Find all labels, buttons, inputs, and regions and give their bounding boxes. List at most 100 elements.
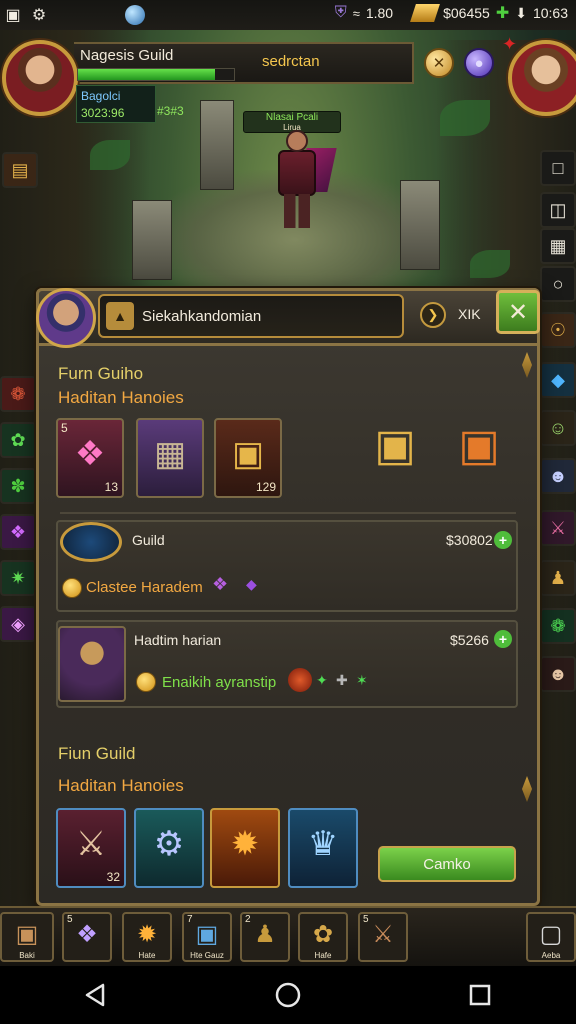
item-slot[interactable]: ▦ <box>136 418 204 498</box>
recents-button[interactable] <box>450 973 510 1017</box>
row1-add-button[interactable]: + <box>494 531 512 549</box>
home-button[interactable] <box>258 973 318 1017</box>
guild-progress-bar <box>77 68 235 81</box>
go-button[interactable]: ❯ <box>420 302 446 328</box>
hero-name: Nlasai Pcali <box>265 112 319 123</box>
back-button[interactable] <box>66 973 126 1017</box>
portrait-icon[interactable]: ☻ <box>540 458 576 494</box>
confirm-button[interactable]: Camko <box>378 846 516 882</box>
emblem-icon[interactable]: ☉ <box>540 312 576 348</box>
puzzle-icon: ✚ <box>495 5 510 22</box>
fire-icon: ✹ <box>230 825 260 863</box>
rune-icon[interactable]: ❁ <box>0 376 36 412</box>
hotbar-slot[interactable]: 5 ⚔ <box>358 912 408 962</box>
cross-icon: ✚ <box>336 672 348 688</box>
divider <box>60 512 516 514</box>
signal-text: 1.80 <box>365 5 394 21</box>
sparkle-icon: ✶ <box>356 672 368 688</box>
guild-stat-label: Bagolci <box>81 89 121 103</box>
warrior-icon: ⚔ <box>372 921 394 948</box>
row2-title: Hadtim harian <box>134 632 222 648</box>
coin-icon <box>136 672 156 692</box>
item-slot[interactable]: 5 ❖ 13 <box>56 418 124 498</box>
bookmark-icon[interactable]: □ <box>540 150 576 186</box>
gem-icon[interactable]: ◆ <box>540 362 576 398</box>
trophy-icon: ♛ <box>307 825 339 863</box>
guild-progress-fill <box>78 69 216 80</box>
item-slot[interactable]: ⚙ <box>134 808 204 888</box>
row1-subtitle: Clastee Haradem <box>86 579 203 596</box>
stone-pillar <box>200 100 234 190</box>
map-icon[interactable]: ◫ <box>540 192 576 228</box>
quest-icon[interactable]: ▤ <box>2 152 38 188</box>
foliage <box>440 100 490 136</box>
magic-orb-icon[interactable]: ● <box>464 48 494 78</box>
section1-subtitle: Haditan Hanoies <box>58 388 184 407</box>
gift-box-icon[interactable]: ▣ <box>446 420 512 480</box>
warrior-icon[interactable]: ⚔ <box>540 510 576 546</box>
companion-icon[interactable]: ☻ <box>540 656 576 692</box>
rival-avatar[interactable] <box>508 40 576 116</box>
row2-subtitle: Enaikih ayranstip <box>162 674 277 691</box>
hero-character[interactable] <box>268 130 337 230</box>
item-count: 129 <box>255 480 276 494</box>
guild-emblem-icon <box>60 522 122 562</box>
sword-icon: ⚔ <box>75 825 107 863</box>
hotbar-slot[interactable]: 5 ❖ <box>62 912 112 962</box>
item-slot[interactable]: ▣ 129 <box>214 418 282 498</box>
feather-icon: ❖ <box>212 574 229 594</box>
item-slot[interactable]: ⚔ 32 <box>56 808 126 888</box>
item-slot[interactable]: ✹ <box>210 808 280 888</box>
recents-icon <box>469 984 491 1006</box>
herb-icon[interactable]: ✷ <box>0 560 36 596</box>
hotbar-left-label: Baki <box>19 951 35 960</box>
shield-icon: ⛨ <box>334 4 347 21</box>
hotbar-slot[interactable]: ✿ Hafe <box>298 912 348 962</box>
item-level: 5 <box>61 421 68 435</box>
guild-search-text[interactable]: sedrctan <box>262 53 320 70</box>
player-avatar[interactable] <box>2 40 78 116</box>
gear-icon[interactable]: ⚙ <box>26 4 52 26</box>
no-signal-icon: ▣ <box>5 7 21 24</box>
hotbar-slot[interactable]: ✹ Hate <box>122 912 172 962</box>
panel-avatar[interactable] <box>36 288 96 348</box>
crystal-icon[interactable]: ❖ <box>0 514 36 550</box>
item-count: 32 <box>106 870 120 884</box>
claw-icon[interactable]: ✽ <box>0 468 36 504</box>
leaf-blade-icon[interactable]: ❁ <box>540 608 576 644</box>
gold-chest-icon[interactable]: ▣ <box>362 420 428 480</box>
crystal-icon: ❖ <box>74 435 106 473</box>
hotbar-slot-label: Hate <box>138 951 156 960</box>
gear-icon: ⚙ <box>153 825 185 863</box>
guild-stat-value2: #3#3 <box>157 104 184 118</box>
hotbar-right-label: Aeba <box>541 951 561 960</box>
close-icon: ✕ <box>507 298 529 326</box>
crossed-swords-icon[interactable]: ✕ <box>424 48 454 78</box>
item-count: 13 <box>104 480 118 494</box>
hotbar-slot[interactable]: 2 ♟ <box>240 912 290 962</box>
guild-search-input[interactable]: ▲ Siekahkandomian <box>98 294 404 338</box>
leaf-icon[interactable]: ✿ <box>0 422 36 458</box>
row2-price: $5266 <box>450 632 489 648</box>
close-button[interactable]: ✕ <box>496 290 540 334</box>
hotbar-right-button[interactable]: ▢ Aeba <box>526 912 576 962</box>
chest-icon: ▣ <box>231 435 265 473</box>
hotbar-slot[interactable]: 7 ▣ Hte Gauz <box>182 912 232 962</box>
stone-pillar <box>400 180 440 270</box>
guild-name: Nagesis Guild <box>80 47 174 64</box>
item-slot[interactable]: ♛ <box>288 808 358 888</box>
scroll-icon: ▣ <box>15 921 39 948</box>
row2-add-button[interactable]: + <box>494 630 512 648</box>
coin-icon <box>62 578 82 598</box>
hotbar-left-button[interactable]: ▣ Baki <box>0 912 54 962</box>
potion-icon[interactable]: ◈ <box>0 606 36 642</box>
feather-icon: ❖ <box>76 921 98 948</box>
section2-title: Fiun Guild <box>58 744 136 763</box>
lock-icon[interactable]: ○ <box>540 266 576 302</box>
chat-icon[interactable]: ▦ <box>540 228 576 264</box>
right-label: XIK <box>458 306 481 322</box>
foliage <box>470 250 510 278</box>
hero-icon[interactable]: ♟ <box>540 560 576 596</box>
mask-icon[interactable]: ☺ <box>540 410 576 446</box>
time-text: 10:63 <box>532 5 568 21</box>
